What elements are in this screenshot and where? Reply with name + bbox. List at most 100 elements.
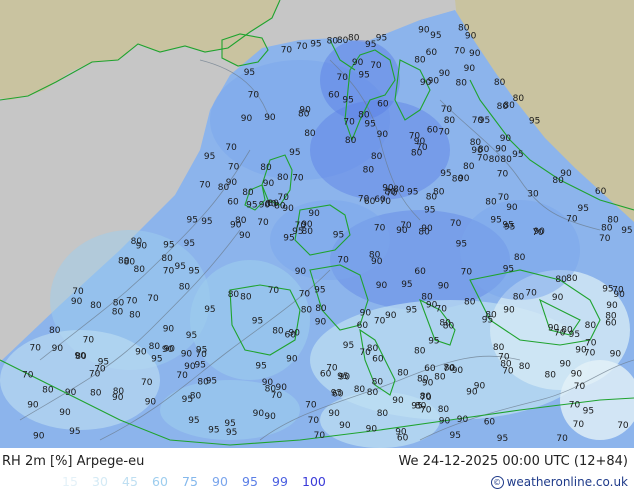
rh-value-label: 90: [65, 388, 77, 398]
rh-value-label: 95: [428, 337, 439, 347]
rh-value-label: 70: [370, 61, 382, 71]
rh-value-label: 70: [292, 174, 304, 184]
rh-value-label: 80: [348, 34, 360, 44]
rh-value-label: 90: [418, 25, 430, 35]
rh-value-label: 80: [555, 275, 567, 285]
rh-value-label: 90: [371, 257, 383, 267]
rh-value-label: 95: [208, 425, 219, 435]
rh-value-label: 80: [415, 402, 427, 412]
rh-value-label: 95: [244, 68, 255, 78]
rh-value-label: 90: [286, 354, 298, 364]
rh-value-label: 90: [295, 267, 307, 277]
scale-value: 100: [302, 474, 326, 489]
rh-value-label: 80: [354, 385, 366, 395]
rh-value-label: 80: [438, 405, 450, 415]
rh-value-label: 95: [69, 427, 80, 437]
rh-value-label: 80: [485, 197, 497, 207]
rh-value-label: 80: [456, 79, 468, 89]
rh-value-label: 60: [484, 417, 496, 427]
credit-text: weatheronline.co.uk: [506, 475, 628, 489]
rh-value-label: 90: [33, 431, 45, 441]
rh-value-label: 60: [427, 125, 439, 135]
rh-value-label: 60: [414, 267, 426, 277]
rh-value-label: 95: [195, 360, 206, 370]
rh-value-label: 90: [560, 360, 572, 370]
rh-value-label: 95: [479, 116, 490, 126]
rh-value-label: 80: [49, 326, 61, 336]
rh-value-label: 90: [452, 366, 464, 376]
rh-value-label: 80: [434, 373, 446, 383]
rh-value-label: 80: [345, 136, 357, 146]
rh-value-label: 90: [366, 424, 378, 434]
rh-value-label: 90: [385, 311, 397, 321]
rh-value-label: 60: [357, 321, 369, 331]
rh-value-label: 95: [343, 341, 354, 351]
rh-value-label: 80: [463, 162, 475, 172]
scale-value: 75: [182, 474, 198, 489]
rh-value-label: 95: [252, 317, 263, 327]
rh-value-label: 90: [264, 412, 276, 422]
humidity-blob: [310, 100, 450, 200]
rh-value-label: 95: [98, 358, 109, 368]
rh-value-label: 95: [310, 39, 321, 49]
rh-value-label: 60: [372, 355, 384, 365]
rh-value-label: 80: [301, 306, 313, 316]
rh-value-label: 80: [421, 292, 433, 302]
rh-value-label: 90: [469, 49, 481, 59]
rh-value-label: 80: [458, 23, 470, 33]
rh-value-label: 90: [506, 203, 518, 213]
rh-value-label: 95: [246, 200, 257, 210]
rh-value-label: 90: [282, 204, 294, 214]
rh-value-label: 70: [268, 286, 280, 296]
rh-value-label: 70: [281, 46, 293, 56]
rh-value-label: 80: [414, 56, 426, 66]
rh-value-label: 70: [569, 401, 581, 411]
rh-value-label: 70: [176, 371, 188, 381]
rh-value-label: 90: [420, 78, 432, 88]
rh-value-label: 70: [22, 371, 34, 381]
rh-value-label: 70: [502, 367, 514, 377]
rh-value-label: 90: [466, 388, 478, 398]
rh-value-label: 70: [585, 339, 597, 349]
rh-value-label: 90: [439, 417, 451, 427]
rh-value-label: 80: [513, 292, 525, 302]
rh-value-label: 80: [552, 176, 564, 186]
rh-value-label: 70: [337, 73, 349, 83]
rh-value-label: 70: [380, 197, 392, 207]
rh-value-label: 70: [566, 214, 578, 224]
rh-value-label: 90: [495, 145, 507, 155]
rh-value-label: 80: [500, 155, 512, 165]
rh-value-label: 80: [371, 152, 383, 162]
rh-value-label: 80: [190, 392, 202, 402]
rh-value-label: 80: [452, 175, 464, 185]
rh-value-label: 80: [129, 310, 141, 320]
rh-value-label: 95: [188, 266, 199, 276]
rh-value-label: 60: [320, 370, 332, 380]
rh-value-label: 90: [352, 58, 364, 68]
rh-value-label: 90: [395, 427, 407, 437]
rh-value-label: 80: [464, 298, 476, 308]
rh-value-label: 95: [364, 119, 375, 129]
color-scale: 15 30 45 60 75 90 95 99 100: [62, 474, 332, 489]
rh-value-label: 90: [457, 415, 469, 425]
rh-value-label: 80: [358, 111, 370, 121]
rh-value-label: 70: [498, 193, 510, 203]
rh-value-label: 70: [525, 289, 537, 299]
rh-value-label: 70: [195, 350, 207, 360]
rh-value-label: 70: [599, 234, 611, 244]
rh-value-label: 80: [242, 188, 254, 198]
rh-value-label: 70: [374, 224, 386, 234]
credit-link[interactable]: © weatheronline.co.uk: [490, 475, 628, 489]
rh-value-label: 80: [418, 227, 430, 237]
rh-value-label: 80: [585, 321, 597, 331]
rh-value-label: 70: [438, 128, 450, 138]
rh-value-label: 80: [315, 304, 327, 314]
rh-value-label: 60: [328, 90, 340, 100]
rh-value-label: 80: [397, 369, 409, 379]
rh-value-label: 80: [149, 342, 161, 352]
rh-value-label: 70: [83, 335, 95, 345]
rh-value-label: 80: [545, 371, 557, 381]
rh-value-label: 70: [461, 268, 473, 278]
rh-value-label: 60: [227, 198, 239, 208]
rh-value-label: 80: [377, 409, 389, 419]
